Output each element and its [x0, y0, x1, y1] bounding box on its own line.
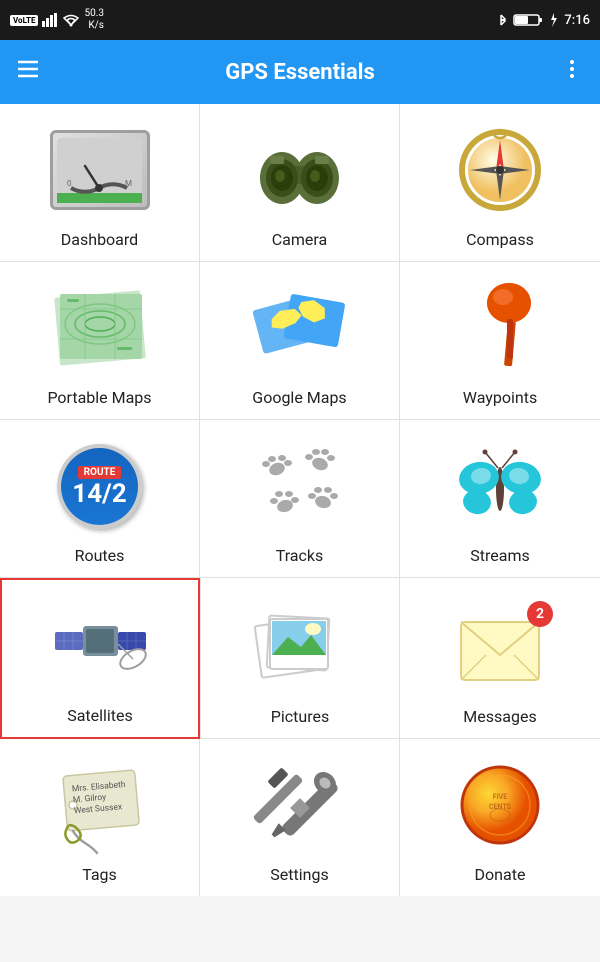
app-title: GPS Essentials	[60, 60, 540, 85]
svg-text:M: M	[125, 179, 132, 188]
settings-label: Settings	[270, 865, 328, 884]
tags-svg: Mrs. Elisabeth M. Gilroy West Sussex	[55, 763, 145, 848]
tags-icon-area: Mrs. Elisabeth M. Gilroy West Sussex	[45, 755, 155, 855]
compass-label: Compass	[466, 230, 534, 249]
portable-maps-icon-area	[45, 278, 155, 378]
streams-label: Streams	[470, 546, 529, 565]
satellites-icon-area	[45, 596, 155, 696]
app-grid: 0 M Dashboard Camer	[0, 104, 600, 896]
settings-item[interactable]: Settings	[200, 739, 400, 896]
waypoints-icon-area	[445, 278, 555, 378]
tags-label: Tags	[82, 865, 117, 884]
google-maps-svg	[252, 288, 347, 368]
bluetooth-icon	[494, 13, 508, 27]
routes-label: Routes	[75, 546, 125, 565]
pictures-label: Pictures	[271, 707, 329, 726]
svg-text:CENTS: CENTS	[489, 803, 512, 811]
tags-item[interactable]: Mrs. Elisabeth M. Gilroy West Sussex Tag…	[0, 739, 200, 896]
pictures-svg	[253, 607, 348, 687]
speedometer-svg: 0 M	[57, 138, 142, 203]
donate-label: Donate	[475, 865, 526, 884]
satellite-svg	[53, 604, 148, 689]
donate-icon-area: FIVE CENTS	[445, 755, 555, 855]
svg-text:0: 0	[67, 179, 72, 188]
google-maps-label: Google Maps	[252, 388, 346, 407]
streams-item[interactable]: Streams	[400, 420, 600, 578]
map-svg	[55, 289, 145, 367]
routes-icon-area: ROUTE 14/2	[45, 436, 155, 536]
settings-svg	[255, 763, 345, 848]
dashboard-item[interactable]: 0 M Dashboard	[0, 104, 200, 262]
satellites-item[interactable]: Satellites	[0, 578, 200, 739]
status-left: VoLTE 50.3 K/s	[10, 8, 104, 32]
wifi-icon	[62, 13, 80, 27]
charging-icon	[548, 13, 558, 27]
tracks-item[interactable]: Tracks	[200, 420, 400, 578]
tracks-svg	[255, 444, 345, 529]
satellites-label: Satellites	[67, 706, 133, 725]
camera-item[interactable]: Camera	[200, 104, 400, 262]
route-number: 14/2	[72, 481, 126, 507]
svg-text:FIVE: FIVE	[492, 793, 506, 801]
butterfly-svg	[455, 444, 545, 529]
more-options-button[interactable]	[560, 57, 584, 87]
app-bar: GPS Essentials	[0, 40, 600, 104]
messages-icon-area: 2	[445, 597, 555, 697]
google-maps-icon-area	[245, 278, 355, 378]
settings-icon-area	[245, 755, 355, 855]
streams-icon-area	[445, 436, 555, 536]
dashboard-label: Dashboard	[61, 230, 138, 249]
binoculars-svg	[252, 128, 347, 213]
tracks-label: Tracks	[276, 546, 324, 565]
messages-item[interactable]: 2 Messages	[400, 578, 600, 739]
waypoints-label: Waypoints	[463, 388, 537, 407]
network-speed: 50.3 K/s	[84, 8, 104, 32]
donate-item[interactable]: FIVE CENTS Donate	[400, 739, 600, 896]
dashboard-icon: 0 M	[50, 130, 150, 210]
compass-item[interactable]: Compass	[400, 104, 600, 262]
camera-icon-area	[245, 120, 355, 220]
portable-maps-label: Portable Maps	[47, 388, 151, 407]
hamburger-icon	[16, 57, 40, 81]
route-top-text: ROUTE	[78, 466, 122, 479]
dashboard-icon-area: 0 M	[45, 120, 155, 220]
time-display: 7:16	[564, 13, 590, 28]
messages-badge: 2	[527, 601, 553, 627]
battery-icon	[514, 13, 542, 27]
tracks-icon-area	[245, 436, 355, 536]
hamburger-button[interactable]	[16, 57, 40, 87]
compass-svg	[456, 126, 544, 214]
route-sign: ROUTE 14/2	[57, 444, 142, 529]
signal-icon	[42, 13, 58, 27]
pin-svg	[463, 283, 538, 373]
messages-label: Messages	[463, 707, 536, 726]
status-right: 7:16	[494, 13, 590, 28]
compass-icon-area	[445, 120, 555, 220]
coin-svg: FIVE CENTS	[458, 763, 543, 848]
pictures-icon-area	[245, 597, 355, 697]
pictures-item[interactable]: Pictures	[200, 578, 400, 739]
status-bar: VoLTE 50.3 K/s 7:16	[0, 0, 600, 40]
routes-item[interactable]: ROUTE 14/2 Routes	[0, 420, 200, 578]
volte-indicator: VoLTE	[10, 15, 38, 26]
google-maps-item[interactable]: Google Maps	[200, 262, 400, 420]
waypoints-item[interactable]: Waypoints	[400, 262, 600, 420]
portable-maps-item[interactable]: Portable Maps	[0, 262, 200, 420]
camera-label: Camera	[272, 230, 327, 249]
more-vertical-icon	[560, 57, 584, 81]
